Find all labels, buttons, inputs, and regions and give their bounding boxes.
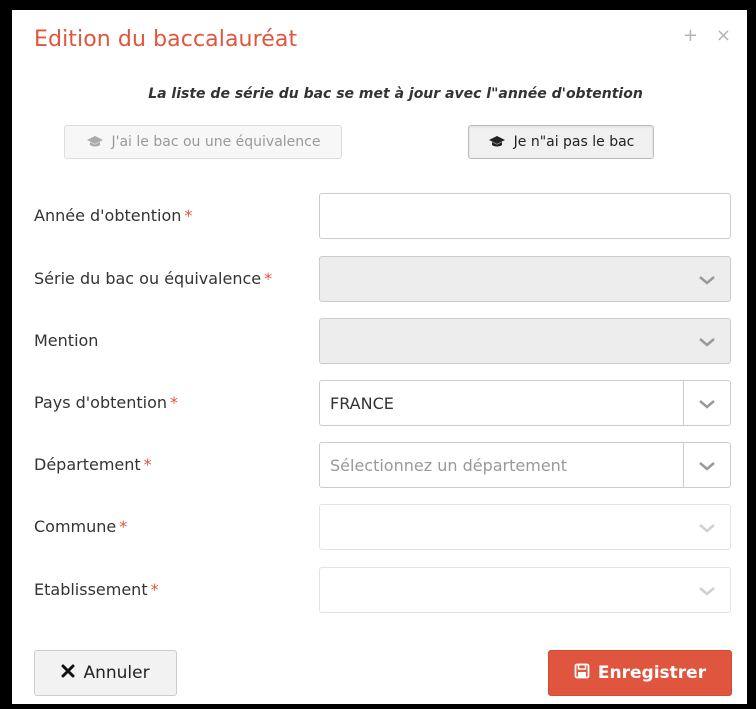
serie-label: Série du bac ou équivalence *	[34, 269, 273, 288]
serie-select[interactable]	[319, 256, 731, 302]
pays-select[interactable]: FRANCE	[319, 380, 731, 426]
select-divider	[683, 443, 684, 487]
plus-icon[interactable]: +	[683, 26, 698, 46]
cancel-label: Annuler	[83, 663, 150, 683]
no-bac-button[interactable]: Je n"ai pas le bac	[468, 125, 654, 159]
annee-input[interactable]	[319, 193, 731, 239]
chevron-down-icon[interactable]	[696, 457, 718, 475]
departement-label: Département *	[34, 455, 152, 474]
pays-label: Pays d'obtention *	[34, 393, 179, 412]
graduation-cap-icon	[86, 135, 104, 149]
chevron-down-icon	[696, 582, 718, 600]
pays-row: Pays d'obtention * FRANCE	[12, 380, 747, 426]
mention-label: Mention	[34, 331, 99, 350]
graduation-cap-icon	[488, 135, 506, 149]
has-bac-button[interactable]: J'ai le bac ou une équivalence	[64, 125, 342, 159]
etablissement-select[interactable]	[319, 567, 731, 613]
has-bac-label: J'ai le bac ou une équivalence	[111, 134, 321, 150]
floppy-disk-icon	[574, 663, 590, 684]
dialog-title: Edition du baccalauréat	[34, 27, 298, 52]
chevron-down-icon	[696, 333, 718, 351]
no-bac-label: Je n"ai pas le bac	[513, 134, 635, 150]
close-icon[interactable]: ×	[716, 26, 731, 46]
departement-select[interactable]: Sélectionnez un département	[319, 442, 731, 488]
save-label: Enregistrer	[597, 663, 707, 683]
departement-placeholder: Sélectionnez un département	[330, 456, 568, 475]
close-icon	[61, 663, 75, 683]
commune-row: Commune *	[12, 504, 747, 550]
commune-label: Commune *	[34, 517, 128, 536]
chevron-down-icon[interactable]	[696, 395, 718, 413]
save-button[interactable]: Enregistrer	[548, 650, 732, 696]
cancel-button[interactable]: Annuler	[34, 650, 177, 696]
departement-row: Département * Sélectionnez un département	[12, 442, 747, 488]
commune-select[interactable]	[319, 504, 731, 550]
pays-value: FRANCE	[330, 394, 394, 413]
mention-select[interactable]	[319, 318, 731, 364]
etablissement-row: Etablissement *	[12, 567, 747, 613]
select-divider	[683, 381, 684, 425]
annee-row: Année d'obtention *	[12, 193, 747, 239]
chevron-down-icon	[696, 271, 718, 289]
dialog-header-actions: + ×	[683, 26, 731, 46]
annee-label: Année d'obtention *	[34, 206, 193, 225]
serie-row: Série du bac ou équivalence *	[12, 256, 747, 302]
info-message: La liste de série du bac se met à jour a…	[148, 86, 643, 102]
chevron-down-icon	[696, 519, 718, 537]
mention-row: Mention	[12, 318, 747, 364]
bac-edit-dialog: Edition du baccalauréat + × La liste de …	[12, 10, 747, 704]
etablissement-label: Etablissement *	[34, 580, 159, 599]
